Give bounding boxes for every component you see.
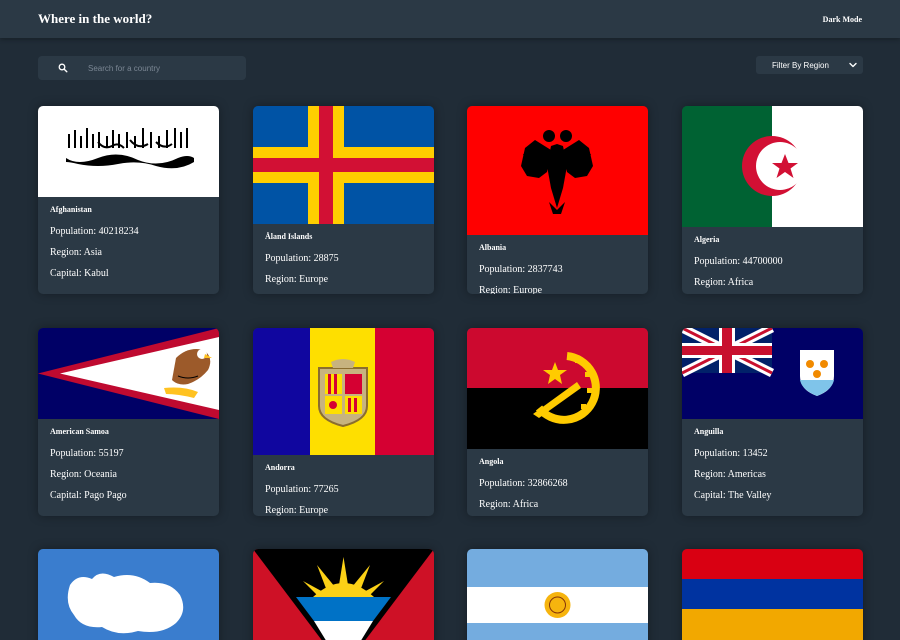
flag-armenia (682, 549, 863, 640)
country-population: Population: 44700000 (694, 256, 783, 267)
country-card-antigua-and-barbuda[interactable] (253, 549, 434, 640)
country-region: Region: Oceania (50, 469, 117, 480)
country-population: Population: 55197 (50, 448, 124, 459)
flag-aland-islands (253, 106, 434, 224)
country-name: Algeria (694, 235, 720, 244)
country-card-american-samoa[interactable]: American Samoa Population: 55197 Region:… (38, 328, 219, 516)
top-bar: Where in the world? Dark Mode (0, 0, 900, 38)
country-card-albania[interactable]: Albania Population: 2837743 Region: Euro… (467, 106, 648, 294)
country-card-anguilla[interactable]: Anguilla Population: 13452 Region: Ameri… (682, 328, 863, 516)
search-icon (58, 63, 68, 73)
country-region: Region: Africa (479, 499, 539, 510)
country-card-antarctica[interactable] (38, 549, 219, 640)
app-title[interactable]: Where in the world? (38, 11, 152, 27)
country-card-armenia[interactable] (682, 549, 863, 640)
country-population: Population: 13452 (694, 448, 768, 459)
country-region: Region: Europe (479, 285, 543, 294)
country-region: Region: Americas (694, 469, 766, 480)
country-population: Population: 77265 (265, 484, 339, 495)
country-capital: Capital: Pago Pago (50, 490, 127, 501)
country-region: Region: Africa (694, 277, 754, 288)
country-name: Albania (479, 243, 507, 252)
country-name: Andorra (265, 463, 295, 472)
flag-anguilla (682, 328, 863, 419)
flag-antigua-and-barbuda (253, 549, 434, 640)
flag-afghanistan (38, 106, 219, 197)
country-name: Åland Islands (265, 232, 313, 241)
country-capital: Capital: Kabul (50, 268, 109, 279)
flag-american-samoa (38, 328, 219, 419)
dark-mode-toggle[interactable]: Dark Mode (823, 15, 862, 24)
country-card-afghanistan[interactable]: Afghanistan Population: 40218234 Region:… (38, 106, 219, 294)
country-name: Anguilla (694, 427, 724, 436)
country-region: Region: Europe (265, 274, 329, 285)
country-region: Region: Europe (265, 505, 329, 516)
flag-argentina (467, 549, 648, 640)
flag-angola (467, 328, 648, 449)
country-card-angola[interactable]: Angola Population: 32866268 Region: Afri… (467, 328, 648, 516)
country-population: Population: 28875 (265, 253, 339, 264)
flag-algeria (682, 106, 863, 227)
country-name: Angola (479, 457, 504, 466)
country-region: Region: Asia (50, 247, 102, 258)
flag-albania (467, 106, 648, 235)
search-bar[interactable] (38, 56, 246, 80)
country-card-aland-islands[interactable]: Åland Islands Population: 28875 Region: … (253, 106, 434, 294)
region-filter-label: Filter By Region (772, 60, 829, 70)
flag-antarctica (38, 549, 219, 640)
country-card-argentina[interactable] (467, 549, 648, 640)
flag-andorra (253, 328, 434, 455)
chevron-down-icon (849, 61, 857, 70)
region-filter-select[interactable]: Filter By Region (756, 56, 863, 74)
country-population: Population: 32866268 (479, 478, 568, 489)
country-card-algeria[interactable]: Algeria Population: 44700000 Region: Afr… (682, 106, 863, 294)
country-name: Afghanistan (50, 205, 92, 214)
country-capital: Capital: The Valley (694, 490, 772, 501)
country-name: American Samoa (50, 427, 109, 436)
country-population: Population: 40218234 (50, 226, 139, 237)
country-population: Population: 2837743 (479, 264, 563, 275)
country-card-andorra[interactable]: Andorra Population: 77265 Region: Europe (253, 328, 434, 516)
search-input[interactable] (88, 63, 228, 73)
